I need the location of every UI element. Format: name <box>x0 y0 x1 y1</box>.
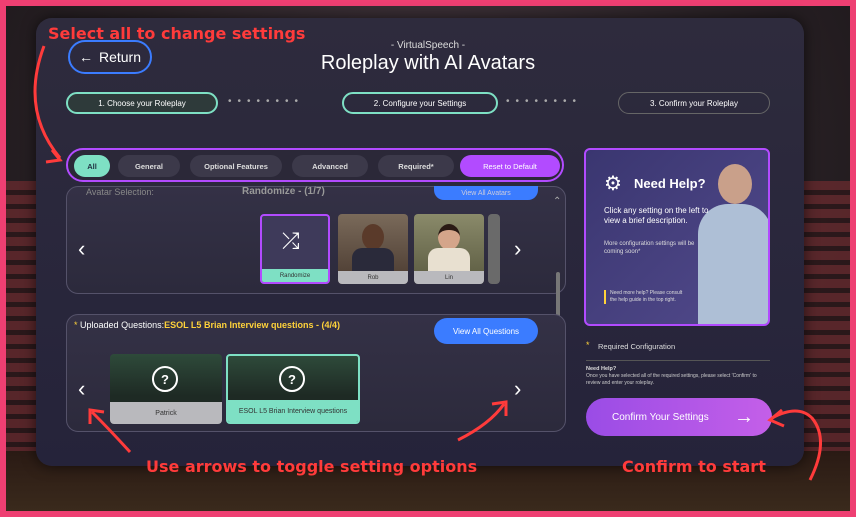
arrow-to-confirm <box>771 409 822 481</box>
annotation-arrows-overlay <box>33 45 822 481</box>
arrow-to-next <box>457 403 506 442</box>
arrowhead-select-all <box>45 149 63 164</box>
arrow-to-prev <box>90 410 132 454</box>
curved-arrow-select-all <box>33 45 62 159</box>
